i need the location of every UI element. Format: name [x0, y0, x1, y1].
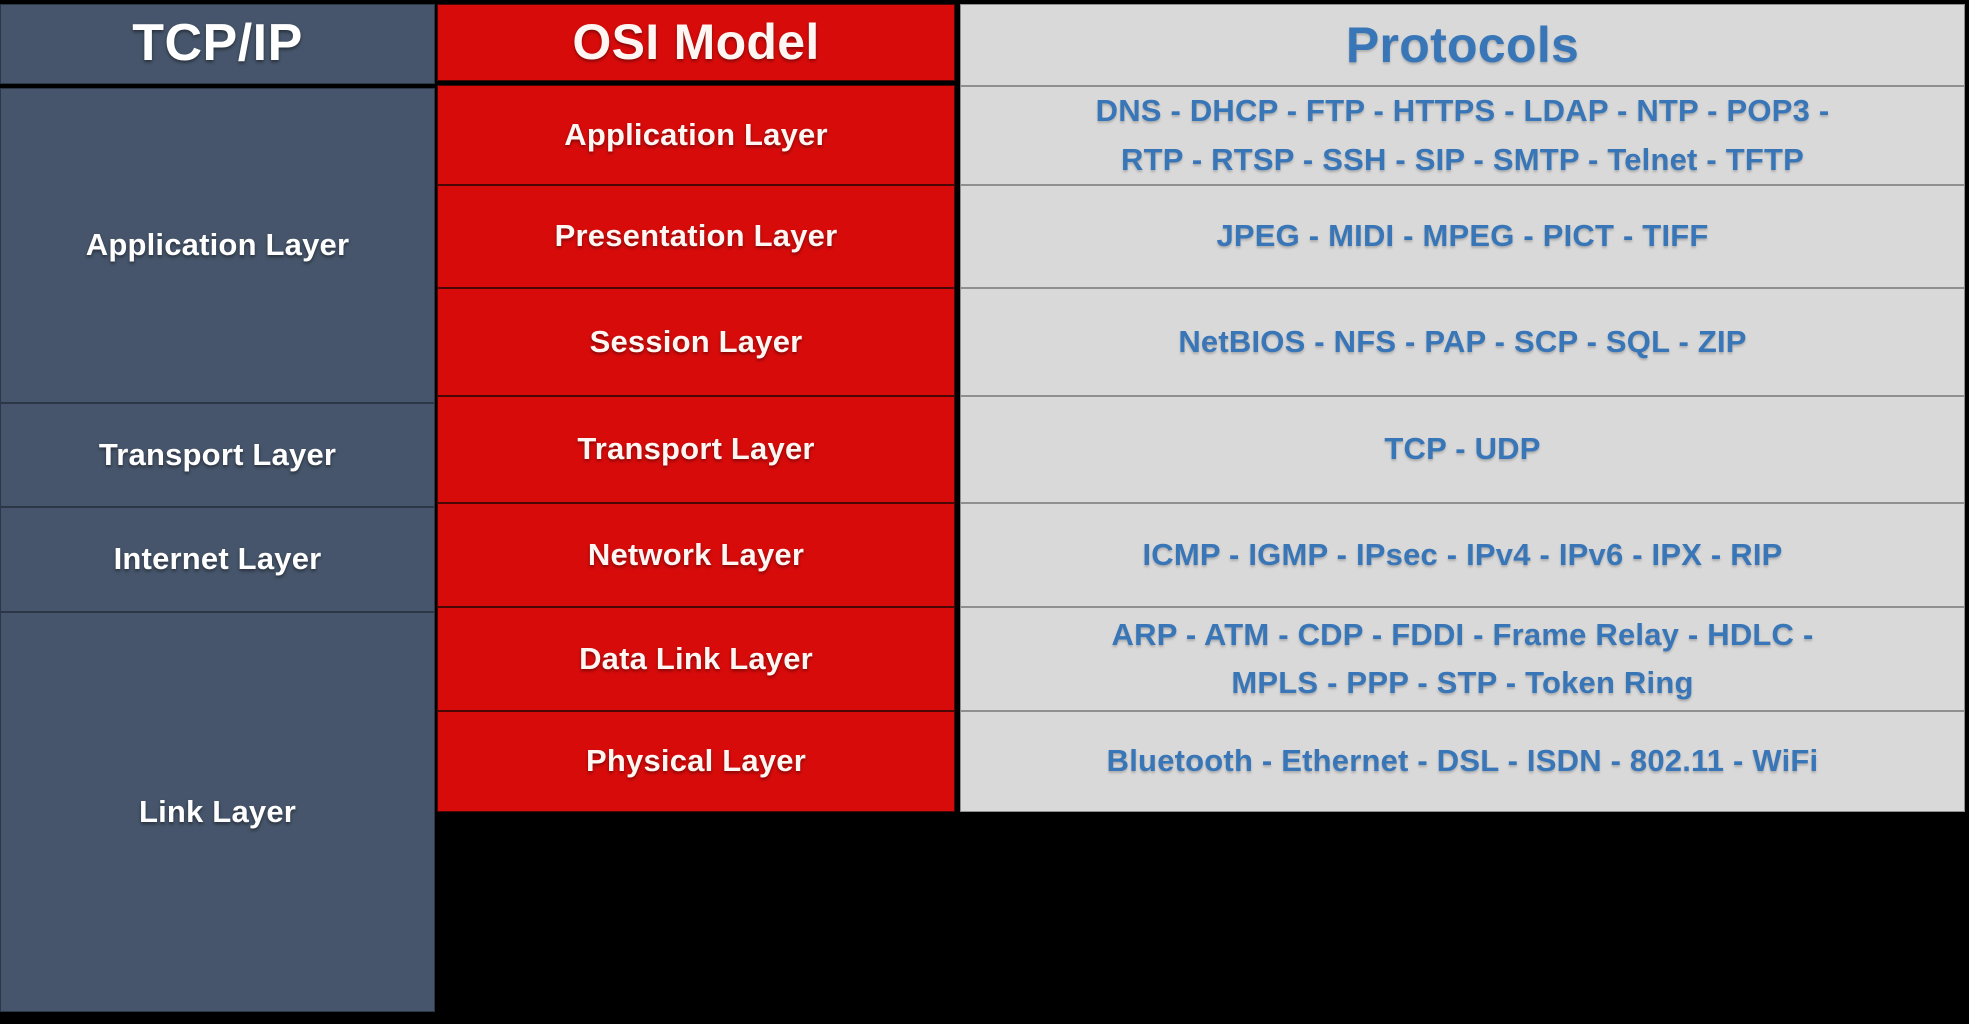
protocols-physical-layer: Bluetooth - Ethernet - DSL - ISDN - 802.… — [960, 711, 1965, 812]
header-tcpip: TCP/IP — [0, 4, 435, 84]
osi-layer-physical: Physical Layer — [437, 711, 955, 812]
protocols-application-layer: DNS - DHCP - FTP - HTTPS - LDAP - NTP - … — [960, 86, 1965, 185]
tcpip-layer-internet: Internet Layer — [0, 507, 435, 612]
protocols-transport-line-1: TCP - UDP — [1384, 431, 1541, 467]
protocols-network-line-1: ICMP - IGMP - IPsec - IPv4 - IPv6 - IPX … — [1142, 536, 1783, 572]
protocols-data-link-line-1: ARP - ATM - CDP - FDDI - Frame Relay - H… — [1111, 616, 1814, 652]
tcpip-layer-application: Application Layer — [0, 88, 435, 403]
protocols-application-line-2: RTP - RTSP - SSH - SIP - SMTP - Telnet -… — [1120, 141, 1805, 177]
header-osi-model: OSI Model — [437, 4, 955, 81]
protocols-data-link-layer: ARP - ATM - CDP - FDDI - Frame Relay - H… — [960, 607, 1965, 711]
osi-layer-application: Application Layer — [437, 85, 955, 185]
protocols-application-line-1: DNS - DHCP - FTP - HTTPS - LDAP - NTP - … — [1095, 93, 1830, 129]
tcpip-layer-link: Link Layer — [0, 612, 435, 1012]
osi-layer-presentation: Presentation Layer — [437, 185, 955, 288]
header-protocols: Protocols — [960, 4, 1965, 86]
protocols-network-layer: ICMP - IGMP - IPsec - IPv4 - IPv6 - IPX … — [960, 503, 1965, 607]
osi-layer-data-link: Data Link Layer — [437, 607, 955, 711]
osi-layer-session: Session Layer — [437, 288, 955, 396]
protocols-data-link-line-2: MPLS - PPP - STP - Token Ring — [1231, 665, 1694, 700]
protocols-session-line-1: NetBIOS - NFS - PAP - SCP - SQL - ZIP — [1178, 323, 1747, 359]
osi-layer-transport: Transport Layer — [437, 396, 955, 503]
tcpip-layer-transport: Transport Layer — [0, 403, 435, 507]
osi-tcpip-protocol-table: TCP/IP OSI Model Protocols Application L… — [0, 0, 1969, 1024]
protocols-physical-line-1: Bluetooth - Ethernet - DSL - ISDN - 802.… — [1106, 743, 1819, 779]
osi-layer-network: Network Layer — [437, 503, 955, 607]
protocols-presentation-line-1: JPEG - MIDI - MPEG - PICT - TIFF — [1216, 218, 1709, 254]
frame-bottom-border — [0, 1012, 1969, 1024]
protocols-presentation-layer: JPEG - MIDI - MPEG - PICT - TIFF — [960, 185, 1965, 288]
protocols-session-layer: NetBIOS - NFS - PAP - SCP - SQL - ZIP — [960, 288, 1965, 396]
protocols-transport-layer: TCP - UDP — [960, 396, 1965, 503]
